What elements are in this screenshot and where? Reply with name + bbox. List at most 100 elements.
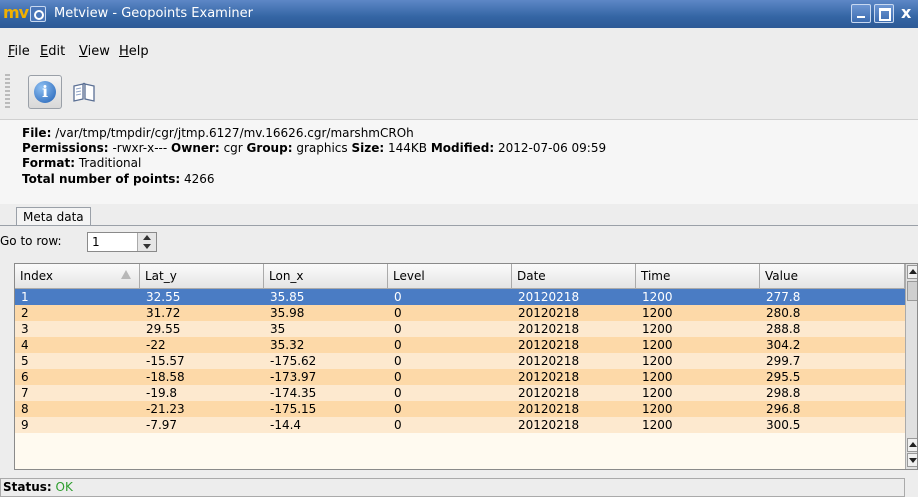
table-cell: 288.8 <box>766 322 801 336</box>
table-row[interactable]: 7 -19.8 -174.35 0 20120218 1200 298.8 <box>15 385 905 401</box>
table-row[interactable]: 4 -22 35.32 0 20120218 1200 304.2 <box>15 337 905 353</box>
menu-edit[interactable]: Edit <box>40 44 65 59</box>
table-cell: 1200 <box>642 386 673 400</box>
table-cell: 0 <box>394 370 402 384</box>
table-cell: 3 <box>21 322 29 336</box>
menu-file[interactable]: File <box>8 44 30 59</box>
table-cell: 6 <box>21 370 29 384</box>
info-icon: i <box>34 81 56 103</box>
table-cell: 9 <box>21 418 29 432</box>
modified-label: Modified: <box>430 141 495 155</box>
table-cell: 295.5 <box>766 370 801 384</box>
scroll-down-icon[interactable] <box>907 453 917 467</box>
size-label: Size: <box>351 141 385 155</box>
table-cell: -22 <box>146 338 166 352</box>
table-cell: 35 <box>270 322 286 336</box>
total-points-line: Total number of points: 4266 <box>22 172 215 187</box>
table-cell: -175.15 <box>270 402 317 416</box>
column-header-value[interactable]: Value <box>760 264 905 288</box>
table-cell: -7.97 <box>146 418 178 432</box>
column-header-lat[interactable]: Lat_y <box>140 264 264 288</box>
sort-indicator-icon <box>121 270 131 279</box>
table-cell: 0 <box>394 354 402 368</box>
size-value: 144KB <box>387 141 427 155</box>
window-menu-button[interactable] <box>30 6 46 22</box>
column-header-date[interactable]: Date <box>512 264 636 288</box>
table-cell: 299.7 <box>766 354 801 368</box>
file-path: /var/tmp/tmpdir/cgr/jtmp.6127/mv.16626.c… <box>55 126 414 140</box>
table-cell: 20120218 <box>518 418 580 432</box>
table-cell: 0 <box>394 402 402 416</box>
table-cell: -15.57 <box>146 354 185 368</box>
permissions-value: -rwxr-x--- <box>112 141 168 155</box>
goto-row-spinbox[interactable]: 1 <box>87 232 157 252</box>
book-icon[interactable] <box>72 81 96 103</box>
total-points-value: 4266 <box>184 172 215 186</box>
table-cell: -174.35 <box>270 386 317 400</box>
modified-value: 2012-07-06 09:59 <box>497 141 607 155</box>
table-cell: 20120218 <box>518 338 580 352</box>
table-cell: 2 <box>21 306 29 320</box>
spin-arrows-icon[interactable] <box>137 233 156 251</box>
toolbar: i <box>0 72 918 112</box>
table-cell: 277.8 <box>766 290 801 304</box>
status-label: Status: <box>3 480 52 494</box>
table-cell: 20120218 <box>518 370 580 384</box>
file-label: File: <box>22 126 52 140</box>
table-cell: -19.8 <box>146 386 178 400</box>
table-cell: 20120218 <box>518 290 580 304</box>
menu-view[interactable]: View <box>79 44 110 59</box>
table-cell: 20120218 <box>518 402 580 416</box>
info-button[interactable]: i <box>28 75 62 109</box>
table-row[interactable]: 5 -15.57 -175.62 0 20120218 1200 299.7 <box>15 353 905 369</box>
table-cell: 8 <box>21 402 29 416</box>
table-cell: 1200 <box>642 290 673 304</box>
window-title: Metview - Geopoints Examiner <box>54 6 254 21</box>
table-cell: 1200 <box>642 354 673 368</box>
table-cell: 1200 <box>642 322 673 336</box>
title-bar: mv Metview - Geopoints Examiner x <box>0 0 918 28</box>
column-header-level[interactable]: Level <box>388 264 512 288</box>
tab-meta-data[interactable]: Meta data <box>16 207 91 226</box>
goto-row-value[interactable]: 1 <box>92 235 100 249</box>
goto-row-label: Go to row: <box>0 234 62 248</box>
table-cell: 20120218 <box>518 354 580 368</box>
table-cell: 0 <box>394 322 402 336</box>
table-row[interactable]: 9 -7.97 -14.4 0 20120218 1200 300.5 <box>15 417 905 433</box>
table-cell: -175.62 <box>270 354 317 368</box>
minimize-button[interactable] <box>851 4 871 23</box>
vertical-scrollbar[interactable] <box>905 264 917 469</box>
group-value: graphics <box>296 141 348 155</box>
table-cell: 304.2 <box>766 338 801 352</box>
table-row[interactable]: 1 32.55 35.85 0 20120218 1200 277.8 <box>15 289 905 305</box>
toolbar-grip[interactable] <box>5 74 10 108</box>
scroll-thumb[interactable] <box>907 281 917 301</box>
scroll-up-icon[interactable] <box>907 265 917 279</box>
metview-logo: mv <box>3 3 29 22</box>
table-cell: 4 <box>21 338 29 352</box>
status-bar: Status: OK <box>0 478 905 497</box>
table-cell: 35.85 <box>270 290 305 304</box>
table-cell: 1200 <box>642 418 673 432</box>
maximize-button[interactable] <box>874 4 894 23</box>
table-row[interactable]: 2 31.72 35.98 0 20120218 1200 280.8 <box>15 305 905 321</box>
menu-bar: File Edit View Help <box>0 44 918 64</box>
menu-help[interactable]: Help <box>119 44 149 59</box>
table-cell: 29.55 <box>146 322 181 336</box>
scroll-up-icon-lower[interactable] <box>907 438 917 452</box>
column-header-index[interactable]: Index <box>15 264 140 288</box>
table-cell: 298.8 <box>766 386 801 400</box>
close-button[interactable]: x <box>901 4 911 22</box>
table-cell: 280.8 <box>766 306 801 320</box>
table-row[interactable]: 8 -21.23 -175.15 0 20120218 1200 296.8 <box>15 401 905 417</box>
table-row[interactable]: 3 29.55 35 0 20120218 1200 288.8 <box>15 321 905 337</box>
table-cell: 20120218 <box>518 306 580 320</box>
column-header-time[interactable]: Time <box>636 264 760 288</box>
table-cell: 1200 <box>642 370 673 384</box>
table-cell: -18.58 <box>146 370 185 384</box>
column-header-lon[interactable]: Lon_x <box>264 264 388 288</box>
table-cell: 0 <box>394 290 402 304</box>
table-cell: -14.4 <box>270 418 302 432</box>
table-row[interactable]: 6 -18.58 -173.97 0 20120218 1200 295.5 <box>15 369 905 385</box>
geopoints-table: Index Lat_y Lon_x Level Date Time Value … <box>14 263 918 470</box>
